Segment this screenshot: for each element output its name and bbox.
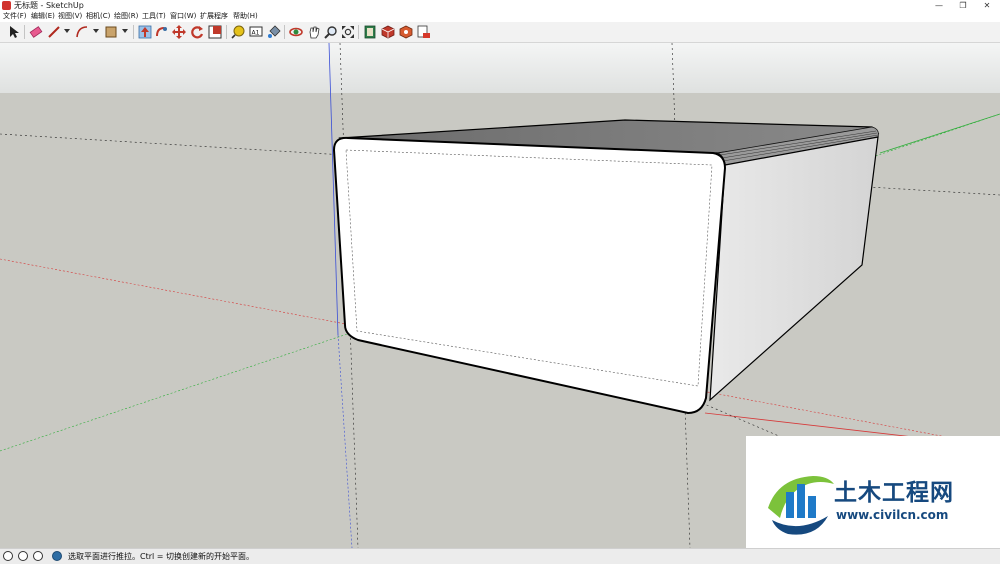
main-toolbar: A1 — [0, 22, 1000, 43]
status-bar: 选取平面进行推拉。Ctrl = 切换创建新的开始平面。 — [0, 548, 1000, 564]
menu-edit[interactable]: 编辑(E) — [31, 11, 55, 22]
push-pull-icon[interactable] — [138, 25, 152, 39]
geo-location-icon[interactable] — [3, 551, 13, 561]
arc-dropdown-icon[interactable] — [93, 29, 99, 33]
menu-file[interactable]: 文件(F) — [3, 11, 27, 22]
layout-icon[interactable] — [399, 25, 413, 39]
instructor-icon[interactable] — [52, 551, 62, 561]
window-title: 无标题 - SketchUp — [14, 1, 84, 10]
toolbar-separator — [133, 25, 134, 39]
paint-bucket-icon[interactable] — [267, 25, 281, 39]
follow-me-icon[interactable] — [155, 25, 169, 39]
tape-measure-icon[interactable] — [231, 25, 245, 39]
sky — [0, 43, 1000, 93]
credits-icon[interactable] — [18, 551, 28, 561]
menu-tools[interactable]: 工具(T) — [142, 11, 166, 22]
rotate-icon[interactable] — [190, 25, 204, 39]
menu-help[interactable]: 帮助(H) — [233, 11, 258, 22]
menu-camera[interactable]: 相机(C) — [86, 11, 110, 22]
sketchup-app-icon — [2, 1, 11, 10]
zoom-icon[interactable] — [324, 25, 338, 39]
select-icon[interactable] — [7, 25, 21, 39]
toolbar-separator — [284, 25, 285, 39]
extension-warehouse-icon[interactable] — [381, 25, 395, 39]
toolbar-separator — [24, 25, 25, 39]
scale-icon[interactable] — [208, 25, 222, 39]
civilcn-logo-icon — [768, 476, 834, 535]
menu-bar: 文件(F) 编辑(E) 视图(V) 相机(C) 绘图(R) 工具(T) 窗口(W… — [0, 11, 1000, 22]
orbit-icon[interactable] — [289, 25, 303, 39]
toolbar-separator — [358, 25, 359, 39]
toolbar-separator — [226, 25, 227, 39]
minimize-button[interactable]: — — [926, 0, 952, 11]
rectangle-icon[interactable] — [104, 25, 118, 39]
send-to-layout-icon[interactable] — [417, 25, 431, 39]
watermark: 土木工程网 www.civilcn.com — [746, 436, 1000, 548]
text-icon[interactable]: A1 — [249, 25, 263, 39]
title-bar: 无标题 - SketchUp — ❐ ✕ — [0, 0, 1000, 11]
move-icon[interactable] — [172, 25, 186, 39]
eraser-icon[interactable] — [29, 25, 43, 39]
user-icon[interactable] — [33, 551, 43, 561]
watermark-url: www.civilcn.com — [836, 508, 949, 522]
status-message: 选取平面进行推拉。Ctrl = 切换创建新的开始平面。 — [68, 552, 255, 561]
shape-dropdown-icon[interactable] — [122, 29, 128, 33]
line-dropdown-icon[interactable] — [64, 29, 70, 33]
warehouse-icon[interactable] — [363, 25, 377, 39]
close-button[interactable]: ✕ — [974, 0, 1000, 11]
menu-view[interactable]: 视图(V) — [58, 11, 82, 22]
menu-extensions[interactable]: 扩展程序 — [200, 11, 228, 22]
arc-icon[interactable] — [75, 25, 89, 39]
line-icon[interactable] — [47, 25, 61, 39]
watermark-site-name: 土木工程网 — [834, 480, 954, 506]
menu-draw[interactable]: 绘图(R) — [114, 11, 138, 22]
zoom-extents-icon[interactable] — [341, 25, 355, 39]
pan-icon[interactable] — [307, 25, 321, 39]
menu-window[interactable]: 窗口(W) — [170, 11, 196, 22]
maximize-button[interactable]: ❐ — [950, 0, 976, 11]
svg-text:A1: A1 — [252, 30, 260, 37]
